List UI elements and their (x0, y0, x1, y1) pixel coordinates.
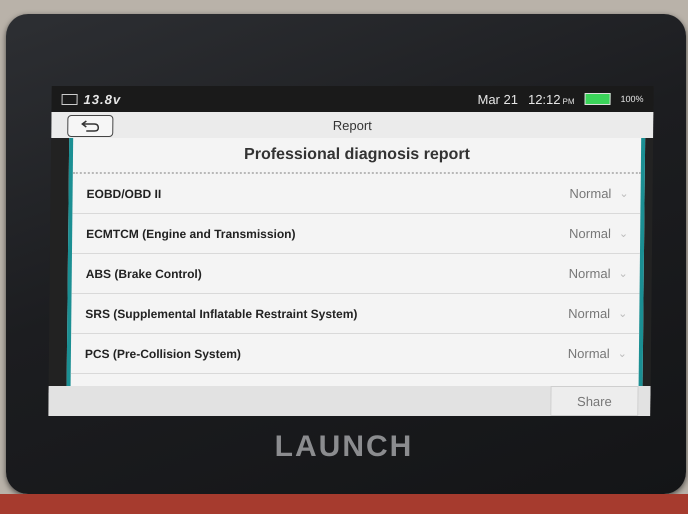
footer-bar: Share (48, 386, 651, 416)
status-value: Normal (568, 266, 611, 281)
background-strip (0, 494, 688, 514)
system-name: ABS (Brake Control) (85, 266, 202, 281)
chevron-down-icon: ⌄ (618, 228, 629, 240)
status-dropdown[interactable]: Normal ⌄ (569, 186, 628, 201)
status-value: Normal (568, 226, 612, 241)
system-name: EOBD/OBD II (86, 186, 162, 201)
status-value: Normal (568, 306, 611, 321)
page-title: Report (332, 117, 372, 133)
device-screen: 13.8v Mar 21 12:12 PM 100% Report Profess… (48, 86, 654, 416)
report-row-ecmtcm[interactable]: ECMTCM (Engine and Transmission) Normal … (71, 214, 641, 254)
status-date: Mar 21 (477, 91, 519, 107)
chevron-down-icon: ⌄ (618, 308, 628, 320)
status-bar: 13.8v Mar 21 12:12 PM 100% (51, 86, 654, 112)
status-dropdown[interactable]: Normal ⌄ (568, 306, 627, 321)
battery-icon (584, 93, 611, 105)
chevron-down-icon: ⌄ (619, 188, 629, 200)
car-battery-icon (61, 93, 78, 105)
status-dropdown[interactable]: Normal ⌄ (569, 226, 628, 241)
status-dropdown[interactable]: Normal ⌄ (568, 346, 627, 361)
chevron-down-icon: ⌄ (618, 268, 628, 280)
report-row-eobd[interactable]: EOBD/OBD II Normal ⌄ (72, 174, 641, 214)
status-time: 12:12 (527, 91, 561, 107)
status-value: Normal (569, 186, 612, 201)
system-name: SRS (Supplemental Inflatable Restraint S… (85, 306, 358, 321)
brand-logo: LAUNCH (274, 430, 414, 463)
battery-percent: 100% (620, 94, 644, 104)
share-button[interactable]: Share (550, 386, 639, 416)
status-dropdown[interactable]: Normal ⌄ (569, 266, 628, 281)
status-ampm: PM (562, 96, 575, 106)
report-row-abs[interactable]: ABS (Brake Control) Normal ⌄ (71, 254, 640, 294)
back-button[interactable] (67, 115, 114, 137)
title-bar: Report (51, 112, 654, 138)
back-arrow-icon (81, 120, 100, 132)
system-name: ECMTCM (Engine and Transmission) (86, 226, 296, 241)
voltage-reading: 13.8v (83, 91, 122, 107)
report-row-pcs[interactable]: PCS (Pre-Collision System) Normal ⌄ (70, 334, 640, 374)
status-value: Normal (567, 346, 610, 361)
chevron-down-icon: ⌄ (617, 348, 627, 360)
report-heading: Professional diagnosis report (72, 138, 642, 174)
report-panel: Professional diagnosis report EOBD/OBD I… (66, 138, 646, 388)
report-row-srs[interactable]: SRS (Supplemental Inflatable Restraint S… (71, 294, 640, 334)
system-name: PCS (Pre-Collision System) (84, 346, 242, 361)
status-time-group: 12:12 PM (528, 92, 575, 107)
